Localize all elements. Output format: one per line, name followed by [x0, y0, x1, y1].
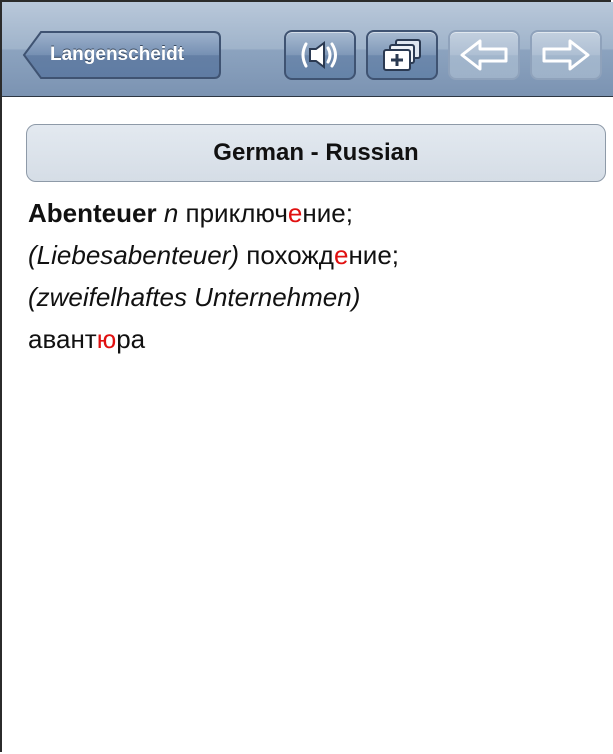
previous-entry-button[interactable] — [448, 30, 520, 80]
pronounce-button[interactable] — [284, 30, 356, 80]
translation-2-part: похожд — [246, 240, 334, 270]
navigation-bar: Langenscheidt — [2, 2, 613, 97]
translation-2: похождение — [246, 240, 392, 270]
context-note-2: (zweifelhaftes Unternehmen) — [28, 282, 361, 312]
dictionary-direction-title: German - Russian — [213, 139, 419, 166]
translation-1-part: приключ — [185, 198, 288, 228]
back-button-label: Langenscheidt — [50, 44, 185, 65]
add-to-cards-button[interactable] — [366, 30, 438, 80]
translation-1-part: ние — [302, 198, 346, 228]
back-button[interactable]: Langenscheidt — [22, 30, 222, 80]
translation-3: авантюра — [28, 324, 145, 354]
gender-marker: n — [163, 198, 179, 228]
speaker-icon — [301, 41, 337, 69]
translation-1: приключение — [186, 198, 346, 228]
translation-3-part: авант — [28, 324, 97, 354]
separator: ; — [345, 198, 353, 228]
arrow-right-icon — [542, 39, 590, 71]
next-entry-button[interactable] — [530, 30, 602, 80]
translation-2-part: ние — [348, 240, 392, 270]
stress-mark: е — [333, 240, 349, 270]
add-card-icon — [383, 39, 421, 71]
stress-mark: е — [287, 198, 303, 228]
headword: Abenteuer — [28, 198, 157, 228]
dictionary-direction-header: German - Russian — [26, 124, 606, 182]
arrow-left-icon — [460, 39, 508, 71]
context-note-1: (Liebesabenteuer) — [28, 240, 240, 270]
translation-3-part: ра — [116, 324, 146, 354]
separator: ; — [391, 240, 400, 270]
dictionary-entry: Abenteuer n приключение; (Liebesabenteuer… — [28, 192, 603, 360]
stress-mark: ю — [96, 324, 117, 354]
window-frame — [0, 0, 611, 752]
